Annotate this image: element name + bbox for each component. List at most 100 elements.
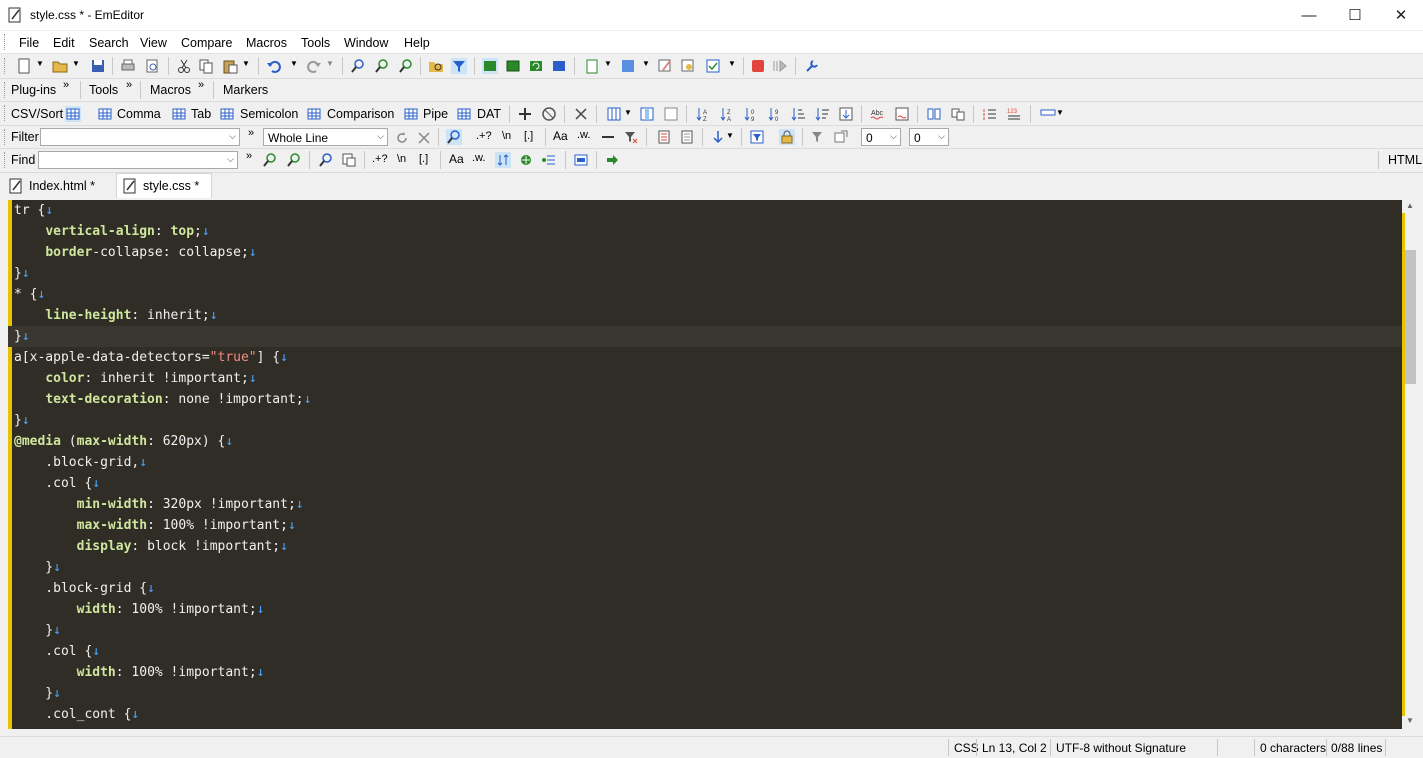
clear-filter-icon[interactable] (416, 130, 432, 146)
tab-index-html[interactable]: Index.html * (3, 175, 113, 197)
find-more-chevron[interactable]: » (246, 150, 252, 162)
open-folder-icon[interactable] (52, 58, 68, 74)
vertical-scrollbar[interactable]: ▲ ▼ (1402, 200, 1419, 729)
csv-tools-icon[interactable] (573, 106, 589, 122)
no-delimiter-icon[interactable] (541, 106, 557, 122)
code-line[interactable]: tr {↓ (14, 200, 53, 221)
find-brackets-toggle[interactable]: [.] (419, 153, 428, 165)
code-line[interactable]: }↓ (14, 557, 61, 578)
close-button[interactable]: ✕ (1378, 0, 1423, 30)
down-arrow-dropdown[interactable]: ▼ (726, 131, 734, 140)
wrap-around-icon[interactable] (495, 152, 511, 168)
minimize-button[interactable]: — (1286, 0, 1332, 30)
code-line[interactable]: vertical-align: top;↓ (14, 221, 209, 242)
sort-0-9-icon[interactable]: 09 (743, 106, 759, 122)
semicolon-mode-button[interactable]: Semicolon (240, 107, 298, 121)
toolbar-grip[interactable] (4, 105, 8, 121)
scroll-down-arrow-icon[interactable]: ▼ (1406, 716, 1414, 725)
columns-icon[interactable] (606, 106, 622, 122)
chevron-down-icon[interactable]: ⌵ (377, 131, 384, 142)
chevron-down-icon[interactable]: ⌵ (229, 131, 236, 142)
clipboard-dropdown-arrow[interactable]: ▼ (604, 59, 612, 68)
redo-icon[interactable] (306, 58, 322, 74)
filter-escape-toggle[interactable]: \n (502, 130, 511, 142)
macros-bar-label[interactable]: Macros (150, 83, 191, 97)
undo-dropdown-arrow[interactable]: ▼ (290, 59, 298, 68)
plugins-bar-label[interactable]: Plug-ins (11, 83, 56, 97)
scrollbar-thumb[interactable] (1405, 250, 1416, 384)
status-language[interactable]: CSS (954, 741, 979, 755)
filter-search-icon[interactable] (446, 129, 462, 145)
refresh-filter-icon[interactable] (394, 130, 410, 146)
code-line[interactable]: .col {↓ (14, 473, 100, 494)
code-line[interactable]: }↓ (14, 410, 30, 431)
run-macro-icon[interactable] (772, 58, 788, 74)
sort-a-z-icon[interactable]: AZ (695, 106, 711, 122)
code-line[interactable]: }↓ (14, 263, 30, 284)
show-toolbar-icon[interactable] (482, 58, 498, 74)
sync-scroll-icon[interactable] (950, 106, 966, 122)
find-in-selection-icon[interactable] (541, 152, 557, 168)
tools-more-chevron[interactable]: » (126, 79, 132, 91)
windows-icon[interactable] (620, 58, 636, 74)
column-properties-icon[interactable] (663, 106, 679, 122)
code-editor[interactable]: tr {↓ vertical-align: top;↓ border-colla… (8, 200, 1402, 729)
comma-table-icon[interactable] (97, 106, 113, 122)
code-line[interactable]: .block-grid {↓ (14, 578, 155, 599)
tab-mode-button[interactable]: Tab (191, 107, 211, 121)
new-file-icon[interactable] (16, 58, 32, 74)
menu-help[interactable]: Help (404, 36, 430, 50)
code-line[interactable]: }↓ (14, 326, 30, 347)
find-escape-toggle[interactable]: \n (397, 153, 406, 165)
before-lines-select[interactable]: 0 ⌵ (861, 128, 901, 146)
spell-check-icon[interactable]: Abc (870, 106, 886, 122)
tab-style-css[interactable]: style.css * (116, 173, 212, 198)
whole-word-icon[interactable]: .w. (472, 152, 485, 164)
paste-dropdown-arrow[interactable]: ▼ (242, 59, 250, 68)
toolbar-grip[interactable] (4, 82, 8, 98)
window-blue-icon[interactable] (551, 58, 567, 74)
filter-scope-select[interactable]: Whole Line ⌵ (263, 128, 388, 146)
configurations-icon[interactable] (680, 58, 696, 74)
normal-mode-icon[interactable] (65, 106, 81, 122)
select-column-icon[interactable] (639, 106, 655, 122)
find-next-icon[interactable] (262, 152, 278, 168)
match-case-icon[interactable]: Aa (449, 152, 464, 166)
code-line[interactable]: color: inherit !important;↓ (14, 368, 256, 389)
find-input[interactable]: ⌵ (38, 151, 238, 169)
sort-short-long-icon[interactable] (790, 106, 806, 122)
toolbar-grip[interactable] (4, 58, 8, 74)
chevron-down-icon[interactable]: ⌵ (938, 131, 945, 142)
save-icon[interactable] (90, 58, 106, 74)
match-case-icon[interactable]: Aa (553, 129, 568, 143)
code-line[interactable]: width: 100% !important;↓ (14, 662, 265, 683)
whole-word-icon[interactable]: .w. (577, 129, 590, 141)
refresh-green-icon[interactable] (528, 58, 544, 74)
menu-grip[interactable] (4, 34, 8, 50)
sort-z-a-icon[interactable]: ZA (719, 106, 735, 122)
sort-long-short-icon[interactable] (814, 106, 830, 122)
cut-icon[interactable] (176, 58, 192, 74)
add-delimiter-icon[interactable] (517, 106, 533, 122)
code-line[interactable]: .col_cont {↓ (14, 704, 139, 725)
code-line[interactable]: @media (max-width: 620px) {↓ (14, 431, 233, 452)
menu-file[interactable]: File (19, 36, 39, 50)
status-position[interactable]: Ln 13, Col 2 (982, 741, 1047, 755)
tools-bar-label[interactable]: Tools (89, 83, 118, 97)
find-regex-toggle[interactable]: .+? (372, 153, 388, 165)
menu-window[interactable]: Window (344, 36, 388, 50)
copy-icon[interactable] (198, 58, 214, 74)
comma-mode-button[interactable]: Comma (117, 107, 161, 121)
line-numbers-icon[interactable] (982, 106, 998, 122)
wrench-icon[interactable] (804, 58, 820, 74)
lock-icon[interactable] (779, 129, 795, 145)
comparison-table-icon[interactable] (306, 106, 322, 122)
find-in-files-icon[interactable] (428, 58, 444, 74)
customize-icon[interactable] (657, 58, 673, 74)
code-line[interactable]: }↓ (14, 620, 61, 641)
open-dropdown-arrow[interactable]: ▼ (72, 59, 80, 68)
new-dropdown-arrow[interactable]: ▼ (36, 59, 44, 68)
filter-brackets-toggle[interactable]: [.] (524, 130, 533, 142)
menu-view[interactable]: View (140, 36, 167, 50)
filter-regex-toggle[interactable]: .+? (476, 130, 492, 142)
